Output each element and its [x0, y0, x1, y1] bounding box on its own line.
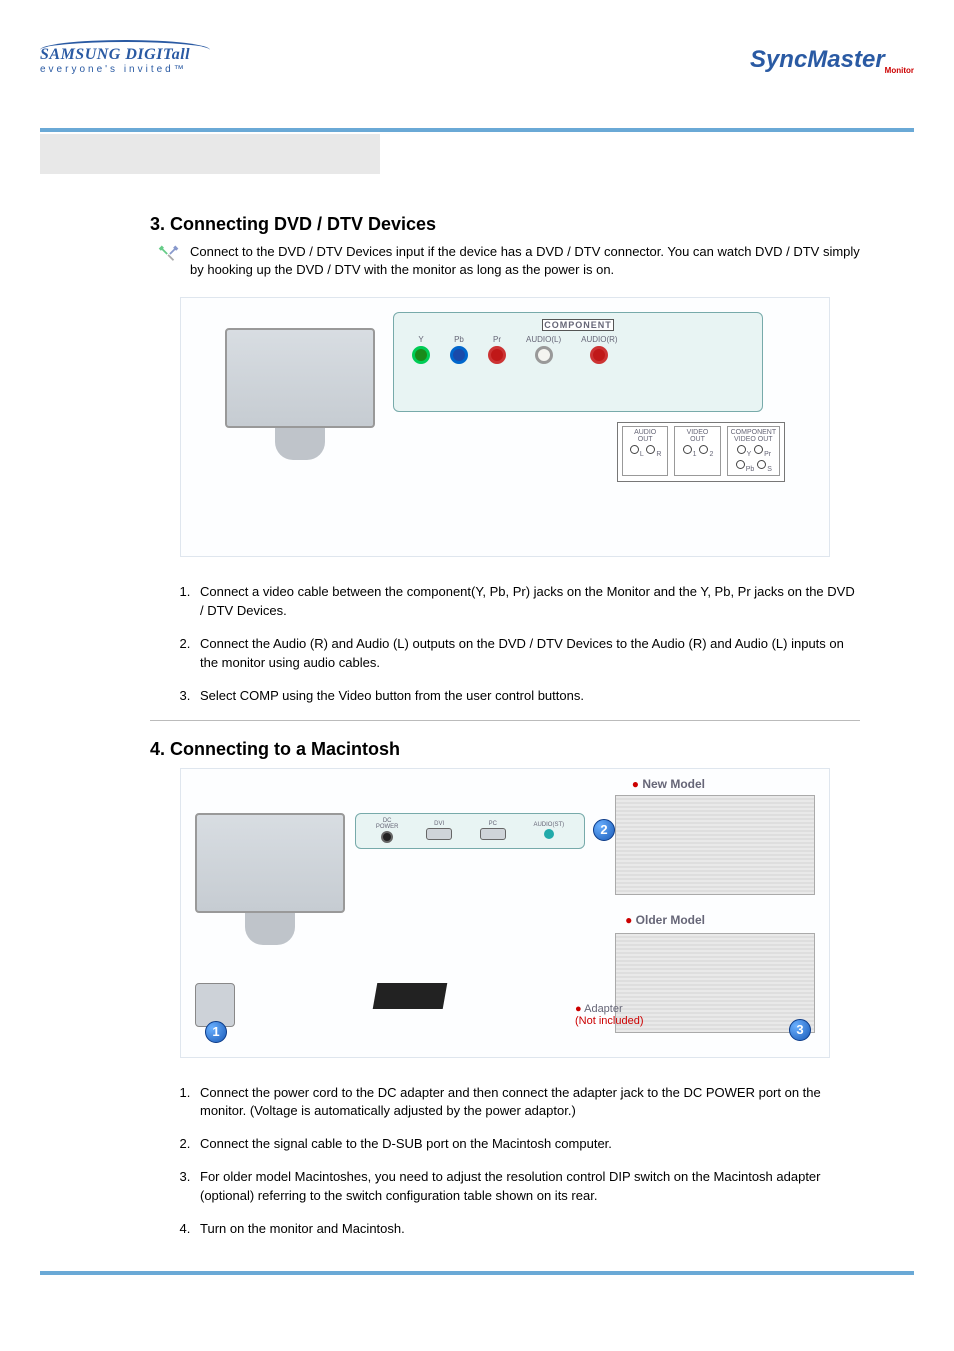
- section-divider: [150, 720, 860, 721]
- section4-step-2: Connect the signal cable to the D-SUB po…: [194, 1135, 860, 1154]
- audio-port-icon: [544, 829, 554, 839]
- cpb-label: Pb: [746, 466, 755, 473]
- adapter-label: ● Adapter (Not included): [575, 1003, 643, 1027]
- section3-heading: 3. Connecting DVD / DTV Devices: [150, 214, 860, 235]
- v2-label: 2: [709, 451, 713, 458]
- syncmaster-text: SyncMaster: [750, 46, 885, 73]
- samsung-logo: SAMSUNG DIGITall everyone's invited™: [40, 40, 210, 75]
- section3-diagram: COMPONENT Y Pb Pr AUDIO(L) AUDIO(R) AUDI…: [180, 297, 830, 557]
- section3-step-1: Connect a video cable between the compon…: [194, 583, 860, 621]
- section3-intro: Connect to the DVD / DTV Devices input i…: [150, 243, 860, 279]
- new-model-text: New Model: [642, 777, 705, 791]
- older-model-text: Older Model: [636, 913, 705, 927]
- component-panel: COMPONENT Y Pb Pr AUDIO(L) AUDIO(R): [393, 312, 763, 412]
- section4-steps: Connect the power cord to the DC adapter…: [150, 1084, 860, 1239]
- monitor-back-panel: DCPOWER DVI PC AUDIO(ST): [355, 813, 585, 849]
- new-model-label: ● New Model: [632, 777, 705, 791]
- older-model-label: ● Older Model: [625, 913, 705, 927]
- audio-l-label: L: [640, 451, 644, 458]
- monitor-icon: [225, 328, 375, 468]
- jack-pr-icon: [488, 346, 506, 364]
- badge-3: 3: [789, 1019, 811, 1041]
- section4-step-1: Connect the power cord to the DC adapter…: [194, 1084, 860, 1122]
- dvd-output-panel: AUDIO OUT L R VIDEO OUT 1 2 COMPONENT VI…: [617, 422, 785, 482]
- audio-label: AUDIO(ST): [533, 822, 564, 828]
- monitor2-icon: [195, 813, 345, 953]
- jack-pb-icon: [450, 346, 468, 364]
- jack-label-pb: Pb: [454, 335, 464, 344]
- syncmaster-sub: Monitor: [885, 66, 914, 75]
- mac-new-icon: [615, 795, 815, 895]
- pc-label: PC: [489, 821, 497, 827]
- component-out-label: COMPONENT VIDEO OUT: [731, 429, 776, 443]
- cy-label: Y: [747, 451, 752, 458]
- video-out-label: VIDEO OUT: [678, 429, 716, 443]
- jack-label-al: AUDIO(L): [526, 335, 561, 344]
- badge-1: 1: [205, 1021, 227, 1043]
- v1-label: 1: [693, 451, 697, 458]
- mac-old-icon: [615, 933, 815, 1033]
- jack-audio-r-icon: [590, 346, 608, 364]
- pc-port-icon: [480, 828, 506, 840]
- audio-out-label: AUDIO OUT: [626, 429, 664, 443]
- adapter-brick-icon: [373, 983, 448, 1009]
- jack-y-icon: [412, 346, 430, 364]
- wall-plug-icon: [195, 983, 235, 1027]
- dc-port-icon: [381, 831, 393, 843]
- jack-label-ar: AUDIO(R): [581, 335, 617, 344]
- dc-label: DCPOWER: [376, 818, 399, 830]
- cs-label: S: [767, 466, 772, 473]
- not-included-text: (Not included): [575, 1015, 643, 1027]
- section4-heading: 4. Connecting to a Macintosh: [150, 739, 860, 760]
- section3-steps: Connect a video cable between the compon…: [150, 583, 860, 705]
- section4-step-3: For older model Macintoshes, you need to…: [194, 1168, 860, 1206]
- dvi-port-icon: [426, 828, 452, 840]
- component-title: COMPONENT: [542, 319, 614, 331]
- section3-intro-text: Connect to the DVD / DTV Devices input i…: [190, 243, 860, 279]
- cpr-label: Pr: [764, 451, 771, 458]
- footer-rule: [40, 1271, 914, 1275]
- jack-audio-l-icon: [535, 346, 553, 364]
- syncmaster-logo: SyncMasterMonitor: [750, 46, 914, 75]
- adapter-text: Adapter: [584, 1003, 623, 1015]
- section-tab-placeholder: [40, 134, 380, 174]
- section3-step-2: Connect the Audio (R) and Audio (L) outp…: [194, 635, 860, 673]
- audio-r-label: R: [656, 451, 661, 458]
- page-header: SAMSUNG DIGITall everyone's invited™ Syn…: [40, 30, 914, 100]
- jack-label-y: Y: [418, 335, 423, 344]
- badge-2: 2: [593, 819, 615, 841]
- samsung-tagline: everyone's invited™: [40, 64, 210, 75]
- section4-step-4: Turn on the monitor and Macintosh.: [194, 1220, 860, 1239]
- section3-step-3: Select COMP using the Video button from …: [194, 687, 860, 706]
- tools-icon: [158, 245, 180, 263]
- jack-label-pr: Pr: [493, 335, 501, 344]
- header-rule: [40, 128, 914, 132]
- dvi-label: DVI: [434, 821, 444, 827]
- samsung-brand-text: SAMSUNG DIGITall: [40, 46, 210, 64]
- section4-diagram: DCPOWER DVI PC AUDIO(ST) ● New Model ● O…: [180, 768, 830, 1058]
